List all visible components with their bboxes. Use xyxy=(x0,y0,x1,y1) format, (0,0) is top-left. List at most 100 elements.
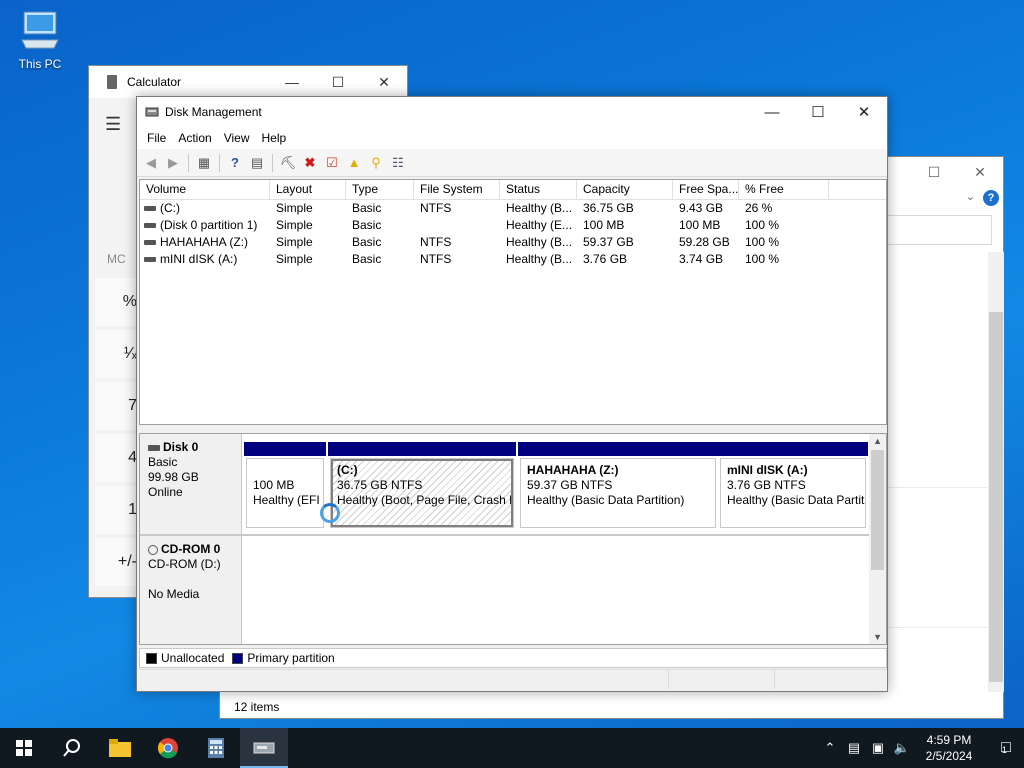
disk-icon xyxy=(148,444,160,451)
menu-file[interactable]: File xyxy=(141,131,172,145)
start-button[interactable] xyxy=(0,728,48,768)
status-pane xyxy=(775,670,885,689)
folder-icon xyxy=(109,739,131,757)
properties-icon[interactable]: ▤ xyxy=(247,153,267,173)
column-header[interactable]: Layout xyxy=(270,180,346,199)
scroll-down-icon[interactable]: ▼ xyxy=(873,632,882,642)
disk-size: 99.98 GB xyxy=(148,470,199,484)
scrollbar-thumb[interactable] xyxy=(871,450,884,570)
delete-icon[interactable]: ✖ xyxy=(300,153,320,173)
calc-key[interactable]: ¹⁄ₓ xyxy=(95,330,141,378)
taskbar-file-explorer[interactable] xyxy=(96,728,144,768)
taskbar-calculator[interactable] xyxy=(192,728,240,768)
taskbar-disk-management[interactable] xyxy=(240,728,288,768)
search-icon xyxy=(63,739,80,757)
import-icon[interactable]: ▲ xyxy=(344,153,364,173)
maximize-button[interactable]: ☐ xyxy=(315,66,361,98)
menu-view[interactable]: View xyxy=(218,131,256,145)
notification-center-button[interactable]: □ 1 xyxy=(984,739,1024,757)
toolbar-separator xyxy=(188,153,189,172)
cell-free-space: 100 MB xyxy=(679,218,721,232)
help-icon[interactable]: ? xyxy=(983,190,999,206)
partition-efi[interactable]: 100 MB Healthy (EFI xyxy=(244,442,326,530)
cell-filesystem: NTFS xyxy=(420,252,452,266)
status-pane xyxy=(669,670,775,689)
maximize-button[interactable]: ☐ xyxy=(911,157,957,187)
table-row[interactable]: (Disk 0 partition 1) Simple Basic Health… xyxy=(140,217,886,234)
partition-a[interactable]: mINI dISK (A:) 3.76 GB NTFS Healthy (Bas… xyxy=(718,442,868,530)
dm-title: Disk Management xyxy=(165,105,262,119)
volume-muted-icon[interactable]: 🔈 xyxy=(890,740,914,756)
cell-free-space: 9.43 GB xyxy=(679,201,724,215)
maximize-button[interactable]: ☐ xyxy=(795,97,841,127)
partition-bar xyxy=(718,442,868,456)
scroll-up-icon[interactable]: ▲ xyxy=(873,436,882,446)
partition-size: 3.76 GB NTFS xyxy=(727,478,806,492)
search-folder-icon[interactable]: ⚲ xyxy=(366,153,386,173)
volume-name: mINI dISK (A:) xyxy=(160,252,238,266)
taskbar: ⌃ ▤ ▣ 🔈 4:59 PM 2/5/2024 □ 1 xyxy=(0,728,1024,768)
column-header[interactable]: % Free xyxy=(739,180,829,199)
legend-unallocated: Unallocated xyxy=(161,651,225,665)
hamburger-menu-icon[interactable]: ☰ xyxy=(105,114,121,135)
partition-c[interactable]: (C:) 36.75 GB NTFS Healthy (Boot, Page F… xyxy=(328,442,516,530)
menu-bar: File Action View Help xyxy=(137,127,887,149)
column-header[interactable]: File System xyxy=(414,180,500,199)
computer-icon xyxy=(21,11,59,49)
column-header[interactable]: Type xyxy=(346,180,414,199)
column-header[interactable]: Capacity xyxy=(577,180,673,199)
windows-logo-icon xyxy=(16,740,32,756)
search-button[interactable] xyxy=(48,728,96,768)
disk-layout-pane[interactable]: Disk 0 Basic 99.98 GB Online 100 MB Heal… xyxy=(139,433,887,645)
calc-key[interactable]: % xyxy=(95,278,141,326)
close-button[interactable]: ✕ xyxy=(841,97,887,127)
menu-help[interactable]: Help xyxy=(256,131,293,145)
calculator-title: Calculator xyxy=(127,75,182,89)
volume-list[interactable]: Volume Layout Type File System Status Ca… xyxy=(139,179,887,425)
taskbar-chrome[interactable] xyxy=(144,728,192,768)
connect-icon[interactable]: ⛏ xyxy=(278,153,298,173)
search-box[interactable] xyxy=(880,215,992,245)
table-row[interactable]: HAHAHAHA (Z:) Simple Basic NTFS Healthy … xyxy=(140,234,886,251)
disk-management-icon xyxy=(145,107,159,117)
toolbar-separator xyxy=(272,153,273,172)
partition-status: Healthy (Basic Data Partition) xyxy=(527,493,685,507)
calc-key[interactable]: 1 xyxy=(95,486,141,534)
partition-z[interactable]: HAHAHAHA (Z:) 59.37 GB NTFS Healthy (Bas… xyxy=(518,442,718,530)
disk-management-window[interactable]: Disk Management — ☐ ✕ File Action View H… xyxy=(136,96,888,692)
table-row[interactable]: (C:) Simple Basic NTFS Healthy (B... 36.… xyxy=(140,200,886,217)
cell-percent-free: 100 % xyxy=(745,235,780,249)
security-icon[interactable]: ▤ xyxy=(842,740,866,756)
chevron-down-icon[interactable]: ⌄ xyxy=(966,190,975,203)
memory-clear-button[interactable]: MC xyxy=(107,252,126,266)
check-icon[interactable]: ☑ xyxy=(322,153,342,173)
close-button[interactable]: ✕ xyxy=(957,157,1003,187)
close-button[interactable]: ✕ xyxy=(361,66,407,98)
scrollbar-thumb[interactable] xyxy=(989,312,1003,682)
clock-date: 2/5/2024 xyxy=(925,749,973,763)
help-book-icon[interactable]: ? xyxy=(225,153,245,173)
clock[interactable]: 4:59 PM 2/5/2024 xyxy=(914,732,984,764)
menu-action[interactable]: Action xyxy=(172,131,217,145)
desktop-icon-this-pc[interactable]: This PC xyxy=(12,8,68,71)
cdrom-0-label[interactable]: CD-ROM 0 CD-ROM (D:) No Media xyxy=(140,536,242,644)
network-icon[interactable]: ▣ xyxy=(866,740,890,756)
table-row[interactable]: mINI dISK (A:) Simple Basic NTFS Healthy… xyxy=(140,251,886,268)
minimize-button[interactable]: — xyxy=(269,66,315,98)
cell-capacity: 3.76 GB xyxy=(583,252,628,266)
show-hide-console-tree-icon[interactable]: ▦ xyxy=(194,153,214,173)
list-view-icon[interactable]: ☷ xyxy=(388,153,408,173)
column-header[interactable]: Status xyxy=(500,180,577,199)
volume-name: (C:) xyxy=(160,201,180,215)
calc-key[interactable]: 7 xyxy=(95,382,141,430)
calc-key[interactable]: +/- xyxy=(95,538,141,586)
cdrom-media: No Media xyxy=(148,587,200,601)
minimize-button[interactable]: — xyxy=(749,97,795,127)
chevron-up-icon[interactable]: ⌃ xyxy=(818,740,842,756)
column-header[interactable]: Free Spa... xyxy=(673,180,739,199)
back-arrow-icon[interactable]: ◀ xyxy=(141,153,161,173)
calc-key[interactable]: 4 xyxy=(95,434,141,482)
forward-arrow-icon[interactable]: ▶ xyxy=(163,153,183,173)
disk-0-label[interactable]: Disk 0 Basic 99.98 GB Online xyxy=(140,434,242,534)
column-header[interactable]: Volume xyxy=(140,180,270,199)
